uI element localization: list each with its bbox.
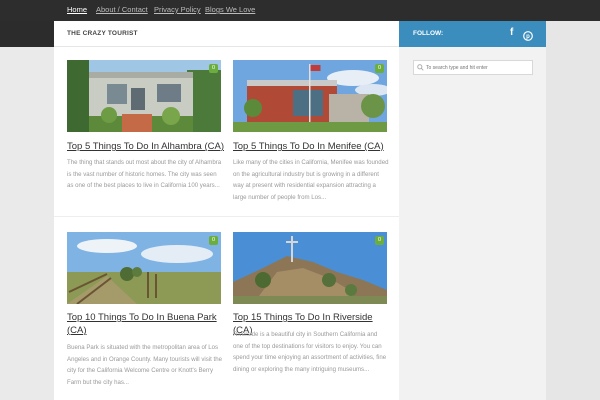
- post-thumbnail[interactable]: 0: [233, 60, 387, 132]
- site-title[interactable]: THE CRAZY TOURIST: [67, 30, 138, 37]
- follow-label: FOLLOW:: [413, 30, 444, 37]
- post-thumbnail[interactable]: 0: [67, 60, 221, 132]
- comment-count-badge[interactable]: 0: [374, 64, 384, 73]
- post-excerpt: Buena Park is situated with the metropol…: [67, 344, 223, 386]
- content-header: THE CRAZY TOURIST: [54, 21, 399, 47]
- post-card: 0 Top 10 Things To Do In Buena Park (CA)…: [67, 232, 227, 400]
- comment-count-badge[interactable]: 0: [208, 236, 218, 245]
- comment-count-badge[interactable]: 0: [208, 64, 218, 73]
- svg-text:p: p: [526, 34, 530, 40]
- post-excerpt: The thing that stands out most about the…: [67, 159, 222, 189]
- search-icon: [417, 64, 424, 71]
- row-divider: [54, 216, 399, 217]
- nav-about-contact[interactable]: About / Contact: [96, 5, 148, 14]
- top-navigation: Home About / Contact Privacy Policy Blog…: [0, 0, 600, 21]
- follow-bar: FOLLOW: f p: [399, 21, 546, 47]
- post-thumbnail[interactable]: 0: [67, 232, 221, 304]
- post-card: 0 Top 5 Things To Do In Menifee (CA) Lik…: [233, 60, 393, 220]
- post-title-link[interactable]: Top 5 Things To Do In Alhambra (CA): [67, 140, 225, 153]
- nav-blogs-we-love[interactable]: Blogs We Love: [205, 5, 255, 14]
- sidebar: [399, 47, 546, 400]
- post-thumbnail[interactable]: 0: [233, 232, 387, 304]
- main-content: THE CRAZY TOURIST 0 Top 5 Things To Do I…: [54, 21, 399, 400]
- facebook-icon[interactable]: f: [510, 27, 513, 38]
- page-gutter: [546, 21, 600, 400]
- nav-home[interactable]: Home: [67, 5, 87, 14]
- search-input[interactable]: [426, 63, 530, 73]
- nav-privacy-policy[interactable]: Privacy Policy: [154, 5, 201, 14]
- post-title-link[interactable]: Top 10 Things To Do In Buena Park (CA): [67, 311, 225, 337]
- post-title-link[interactable]: Top 5 Things To Do In Menifee (CA): [233, 140, 391, 153]
- comment-count-badge[interactable]: 0: [374, 236, 384, 245]
- post-excerpt: Like many of the cities in California, M…: [233, 159, 389, 201]
- search-box[interactable]: [413, 60, 533, 75]
- post-excerpt: Riverside is a beautiful city in Souther…: [233, 331, 387, 373]
- pinterest-icon[interactable]: p: [523, 28, 533, 41]
- post-card: 0 Top 15 Things To Do In Riverside (CA) …: [233, 232, 393, 400]
- post-card: 0 Top 5 Things To Do In Alhambra (CA) Th…: [67, 60, 227, 220]
